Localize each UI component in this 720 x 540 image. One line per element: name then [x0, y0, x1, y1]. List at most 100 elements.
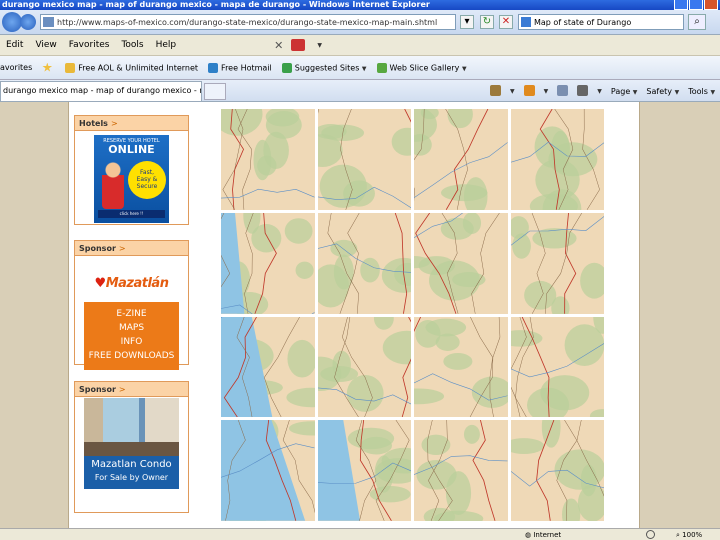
sponsor-header-2[interactable]: Sponsor > [75, 382, 188, 397]
minimize-button[interactable] [674, 0, 688, 10]
page-body: Hotels > RESERVE YOUR HOTEL ONLINE Fast, … [68, 102, 640, 528]
safety-menu[interactable]: Safety ▼ [646, 87, 679, 96]
close-toolbar-icon[interactable]: ✕ [274, 39, 283, 52]
favorites-label[interactable]: avorites [0, 63, 32, 72]
favorites-bar: avorites Free AOL & Unlimited Internet F… [0, 56, 720, 80]
chevron-down-icon[interactable]: ▼ [597, 88, 602, 95]
search-text: Map of state of Durango [534, 17, 632, 27]
hotmail-icon [208, 62, 219, 73]
heart-icon: ♥ [94, 276, 107, 291]
menu-bar: Edit View Favorites Tools Help ✕ ▼ [0, 35, 720, 56]
map-tile [414, 212, 508, 314]
address-toolbar: http://www.maps-of-mexico.com/durango-st… [0, 10, 720, 35]
arrow-icon: > [110, 119, 118, 128]
chevron-down-icon: ▼ [632, 88, 638, 96]
home-icon[interactable] [490, 84, 501, 98]
map-tile [414, 420, 508, 521]
toolbar-addon-icon[interactable] [291, 39, 306, 51]
map-tile [221, 420, 315, 521]
favorite-link-suggested-sites[interactable]: Suggested Sites ▼ [281, 62, 367, 73]
forward-button[interactable] [20, 14, 36, 30]
address-input[interactable]: http://www.maps-of-mexico.com/durango-st… [40, 14, 456, 30]
read-mail-icon[interactable] [557, 84, 569, 98]
map-tile [414, 316, 508, 418]
zoom-control[interactable]: ⌕ 100% [676, 529, 702, 540]
burst-line: Fast, [140, 169, 154, 176]
zoom-label: 100% [682, 531, 703, 539]
page-menu[interactable]: Page ▼ [611, 87, 638, 96]
window-title: durango mexico map - map of durango mexi… [2, 0, 430, 9]
hotel-reservation-ad[interactable]: RESERVE YOUR HOTEL ONLINE Fast, Easy & S… [94, 135, 169, 223]
sponsor-header-label: Sponsor [79, 244, 116, 253]
menu-help[interactable]: Help [156, 40, 177, 50]
new-tab-button[interactable] [204, 83, 226, 100]
menu-favorites[interactable]: Favorites [69, 40, 110, 50]
search-button[interactable]: ⌕ [688, 14, 706, 30]
tab-current[interactable]: durango mexico map - map of durango mexi… [0, 81, 202, 101]
ad-line: FREE DOWNLOADS [88, 351, 175, 361]
condo-caption: Mazatlan Condo For Sale by Owner [84, 456, 179, 489]
map-tile [221, 316, 315, 418]
ezine-panel: E-ZINE MAPS INFO FREE DOWNLOADS [84, 302, 179, 370]
suggested-sites-icon [281, 62, 292, 73]
tools-menu[interactable]: Tools ▼ [688, 87, 715, 96]
page-menu-label: Page [610, 86, 631, 96]
favorite-label: Free Hotmail [221, 63, 272, 72]
compatibility-icon[interactable]: ▾ [460, 15, 474, 29]
page-icon [43, 17, 54, 27]
map-tile [317, 109, 411, 210]
ad-line: E-ZINE [116, 309, 147, 319]
map-tile [510, 420, 604, 521]
chevron-down-icon[interactable]: ▼ [317, 42, 322, 49]
mazatlan-condo-ad[interactable]: Mazatlan Condo For Sale by Owner [84, 398, 179, 489]
map-tile [510, 316, 604, 418]
arrow-icon: > [118, 385, 126, 394]
aol-icon [65, 62, 76, 73]
sponsor-header-1[interactable]: Sponsor > [75, 241, 188, 256]
tab-bar: durango mexico map - map of durango mexi… [0, 80, 720, 102]
back-button[interactable] [2, 12, 22, 32]
map-tile [317, 420, 411, 521]
ad-line: INFO [120, 337, 143, 347]
arrow-icon: > [118, 244, 126, 253]
favorite-link-hotmail[interactable]: Free Hotmail [208, 62, 272, 73]
favorite-link-web-slice-gallery[interactable]: Web Slice Gallery ▼ [376, 62, 467, 73]
sponsor-header-label: Sponsor [79, 385, 116, 394]
durango-map[interactable] [221, 109, 604, 521]
favorite-label: Suggested Sites [294, 63, 360, 72]
favorite-label: Web Slice Gallery [389, 63, 460, 72]
maximize-button[interactable] [689, 0, 703, 10]
chevron-down-icon[interactable]: ▼ [510, 88, 515, 95]
mazatlan-ezine-ad[interactable]: ♥Mazatlán E-ZINE MAPS INFO FREE DOWNLOAD… [84, 266, 179, 370]
address-url: http://www.maps-of-mexico.com/durango-st… [57, 17, 438, 27]
mazatlan-logo: ♥Mazatlán [84, 266, 179, 302]
map-tile [221, 212, 315, 314]
condo-photo [84, 398, 179, 456]
chevron-down-icon[interactable]: ▼ [544, 88, 549, 95]
close-window-button[interactable] [704, 0, 718, 10]
favorite-link-aol[interactable]: Free AOL & Unlimited Internet [65, 62, 199, 73]
favorite-label: Free AOL & Unlimited Internet [78, 63, 199, 72]
safety-menu-label: Safety [646, 86, 673, 96]
window-title-bar: durango mexico map - map of durango mexi… [0, 0, 720, 10]
chevron-down-icon: ▼ [461, 65, 467, 72]
hotels-header[interactable]: Hotels > [75, 116, 188, 131]
menu-edit[interactable]: Edit [6, 40, 23, 50]
add-favorite-icon[interactable] [42, 62, 55, 73]
stop-icon[interactable]: ✕ [499, 15, 513, 29]
feeds-icon[interactable] [523, 84, 535, 98]
map-tile [510, 109, 604, 210]
security-zone[interactable]: ◍ Internet [525, 529, 561, 540]
tools-menu-label: Tools [688, 86, 708, 96]
ad-line: For Sale by Owner [94, 473, 169, 482]
print-icon[interactable] [577, 84, 589, 98]
ad-title: ONLINE [108, 143, 155, 156]
page-viewport: Hotels > RESERVE YOUR HOTEL ONLINE Fast, … [0, 102, 720, 528]
sponsor-box-2: Sponsor > Mazatlan Condo For Sale by Owne… [74, 381, 189, 513]
search-input[interactable]: Map of state of Durango [518, 14, 684, 30]
menu-view[interactable]: View [35, 40, 56, 50]
protected-mode-icon[interactable] [646, 530, 655, 539]
menu-tools[interactable]: Tools [121, 40, 143, 50]
chevron-down-icon: ▼ [710, 88, 716, 96]
refresh-icon[interactable]: ↻ [480, 15, 494, 29]
